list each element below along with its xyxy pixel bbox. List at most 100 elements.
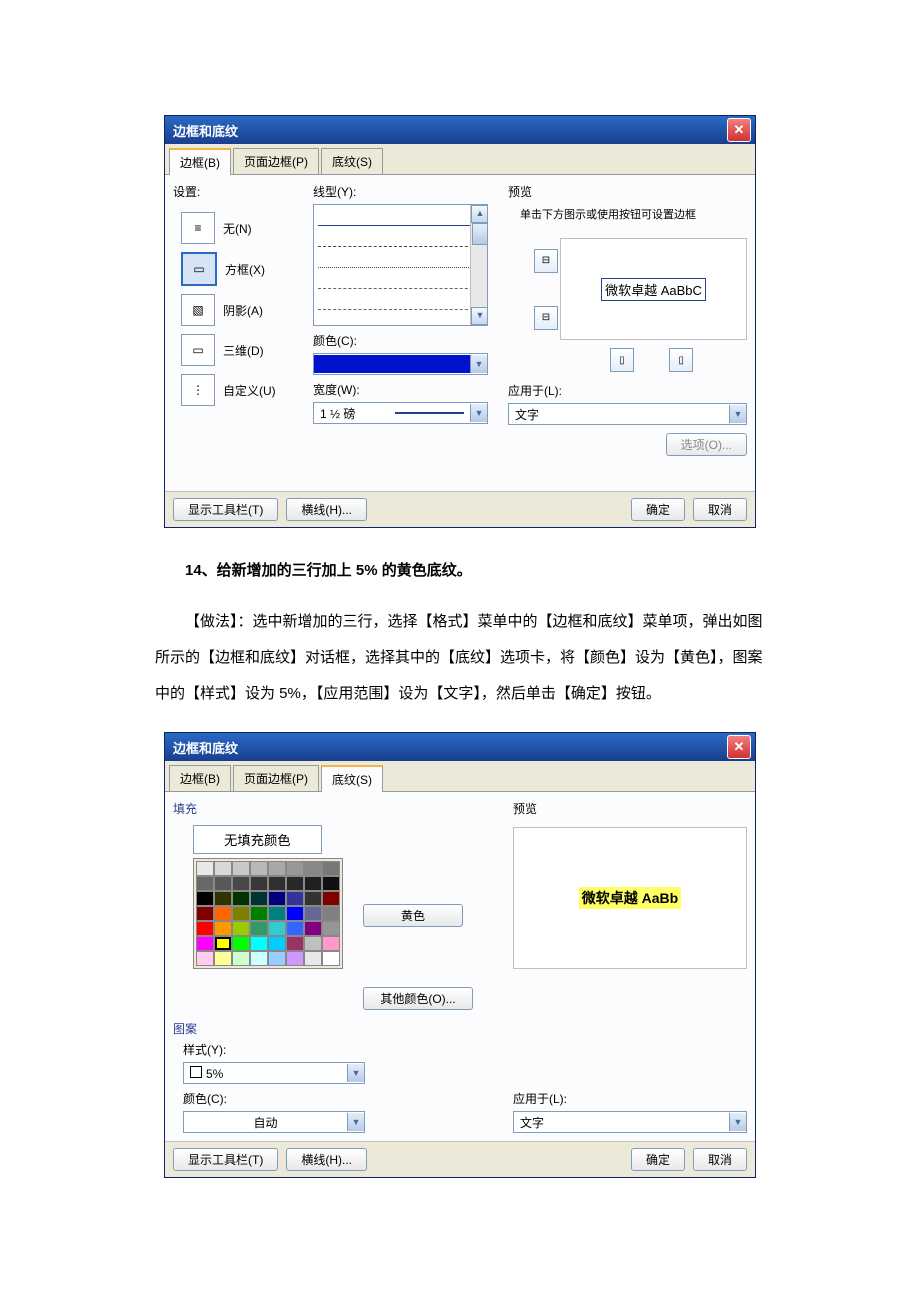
show-toolbar-button[interactable]: 显示工具栏(T) bbox=[173, 1148, 278, 1171]
palette-color[interactable] bbox=[286, 861, 304, 876]
palette-color[interactable] bbox=[304, 906, 322, 921]
palette-color[interactable] bbox=[304, 936, 322, 951]
palette-color[interactable] bbox=[322, 936, 340, 951]
setting-none-label: 无(N) bbox=[223, 220, 252, 237]
palette-color[interactable] bbox=[322, 921, 340, 936]
palette-color[interactable] bbox=[268, 876, 286, 891]
palette-color[interactable] bbox=[232, 951, 250, 966]
palette-color[interactable] bbox=[250, 921, 268, 936]
ok-button[interactable]: 确定 bbox=[631, 498, 685, 521]
preview-right-button[interactable]: ▯ bbox=[669, 348, 693, 372]
palette-color[interactable] bbox=[250, 906, 268, 921]
palette-color[interactable] bbox=[250, 951, 268, 966]
scroll-up-icon[interactable]: ▲ bbox=[471, 205, 488, 223]
setting-3d[interactable]: ▭ 三维(D) bbox=[181, 334, 313, 366]
width-select[interactable]: 1 ½ 磅 ▼ bbox=[313, 402, 488, 424]
palette-color[interactable] bbox=[322, 951, 340, 966]
palette-color[interactable] bbox=[268, 936, 286, 951]
line-style-list[interactable]: ▲ ▼ bbox=[313, 204, 488, 326]
horizontal-line-button[interactable]: 横线(H)... bbox=[286, 1148, 367, 1171]
tab-border[interactable]: 边框(B) bbox=[169, 148, 231, 175]
color-palette[interactable] bbox=[193, 858, 343, 969]
palette-color[interactable] bbox=[196, 861, 214, 876]
palette-color[interactable] bbox=[214, 876, 232, 891]
other-colors-button[interactable]: 其他颜色(O)... bbox=[363, 987, 473, 1010]
palette-color[interactable] bbox=[214, 936, 232, 951]
palette-color[interactable] bbox=[196, 951, 214, 966]
tabs: 边框(B) 页面边框(P) 底纹(S) bbox=[165, 761, 755, 792]
palette-color[interactable] bbox=[268, 906, 286, 921]
chevron-down-icon: ▼ bbox=[470, 355, 487, 373]
no-fill-button[interactable]: 无填充颜色 bbox=[193, 825, 322, 854]
palette-color[interactable] bbox=[214, 861, 232, 876]
pattern-color-select[interactable]: 自动 ▼ bbox=[183, 1111, 365, 1133]
setting-none[interactable]: ≡ 无(N) bbox=[181, 212, 313, 244]
palette-color[interactable] bbox=[232, 891, 250, 906]
palette-color[interactable] bbox=[286, 921, 304, 936]
palette-color[interactable] bbox=[268, 891, 286, 906]
palette-color[interactable] bbox=[250, 861, 268, 876]
palette-color[interactable] bbox=[196, 936, 214, 951]
preview-bottom-button[interactable]: ⊟ bbox=[534, 306, 558, 330]
palette-color[interactable] bbox=[322, 876, 340, 891]
tab-border[interactable]: 边框(B) bbox=[169, 765, 231, 791]
tab-page-border[interactable]: 页面边框(P) bbox=[233, 148, 319, 174]
palette-color[interactable] bbox=[286, 936, 304, 951]
setting-shadow[interactable]: ▧ 阴影(A) bbox=[181, 294, 313, 326]
scroll-down-icon[interactable]: ▼ bbox=[471, 307, 488, 325]
palette-color[interactable] bbox=[250, 936, 268, 951]
scrollbar[interactable]: ▲ ▼ bbox=[470, 205, 487, 325]
apply-select[interactable]: 文字 ▼ bbox=[513, 1111, 747, 1133]
color-select[interactable]: ▼ bbox=[313, 353, 488, 375]
palette-color[interactable] bbox=[196, 891, 214, 906]
tab-shading[interactable]: 底纹(S) bbox=[321, 765, 383, 792]
preview-top-button[interactable]: ⊟ bbox=[534, 249, 558, 273]
palette-color[interactable] bbox=[250, 891, 268, 906]
palette-color[interactable] bbox=[232, 861, 250, 876]
palette-color[interactable] bbox=[196, 876, 214, 891]
horizontal-line-button[interactable]: 横线(H)... bbox=[286, 498, 367, 521]
palette-color[interactable] bbox=[286, 951, 304, 966]
palette-color[interactable] bbox=[196, 921, 214, 936]
palette-color[interactable] bbox=[196, 906, 214, 921]
preview-left-button[interactable]: ▯ bbox=[610, 348, 634, 372]
apply-select[interactable]: 文字 ▼ bbox=[508, 403, 747, 425]
palette-color[interactable] bbox=[304, 921, 322, 936]
palette-color[interactable] bbox=[322, 861, 340, 876]
palette-color[interactable] bbox=[304, 861, 322, 876]
palette-color[interactable] bbox=[214, 891, 232, 906]
palette-color[interactable] bbox=[304, 891, 322, 906]
palette-color[interactable] bbox=[232, 936, 250, 951]
scroll-thumb[interactable] bbox=[472, 223, 488, 245]
cancel-button[interactable]: 取消 bbox=[693, 1148, 747, 1171]
close-button[interactable]: ✕ bbox=[727, 118, 751, 142]
tab-page-border[interactable]: 页面边框(P) bbox=[233, 765, 319, 791]
palette-color[interactable] bbox=[214, 921, 232, 936]
palette-color[interactable] bbox=[214, 906, 232, 921]
palette-color[interactable] bbox=[268, 921, 286, 936]
titlebar[interactable]: 边框和底纹 ✕ bbox=[165, 116, 755, 144]
palette-color[interactable] bbox=[304, 951, 322, 966]
palette-color[interactable] bbox=[322, 891, 340, 906]
palette-color[interactable] bbox=[268, 861, 286, 876]
cancel-button[interactable]: 取消 bbox=[693, 498, 747, 521]
tab-shading[interactable]: 底纹(S) bbox=[321, 148, 383, 174]
close-button[interactable]: ✕ bbox=[727, 735, 751, 759]
palette-color[interactable] bbox=[286, 876, 304, 891]
palette-color[interactable] bbox=[286, 891, 304, 906]
palette-color[interactable] bbox=[232, 921, 250, 936]
pattern-style-select[interactable]: 5% ▼ bbox=[183, 1062, 365, 1084]
palette-color[interactable] bbox=[250, 876, 268, 891]
palette-color[interactable] bbox=[322, 906, 340, 921]
palette-color[interactable] bbox=[214, 951, 232, 966]
titlebar[interactable]: 边框和底纹 ✕ bbox=[165, 733, 755, 761]
palette-color[interactable] bbox=[268, 951, 286, 966]
show-toolbar-button[interactable]: 显示工具栏(T) bbox=[173, 498, 278, 521]
setting-box[interactable]: ▭ 方框(X) bbox=[181, 252, 313, 286]
palette-color[interactable] bbox=[232, 906, 250, 921]
palette-color[interactable] bbox=[286, 906, 304, 921]
palette-color[interactable] bbox=[304, 876, 322, 891]
palette-color[interactable] bbox=[232, 876, 250, 891]
setting-custom[interactable]: ⋮ 自定义(U) bbox=[181, 374, 313, 406]
ok-button[interactable]: 确定 bbox=[631, 1148, 685, 1171]
